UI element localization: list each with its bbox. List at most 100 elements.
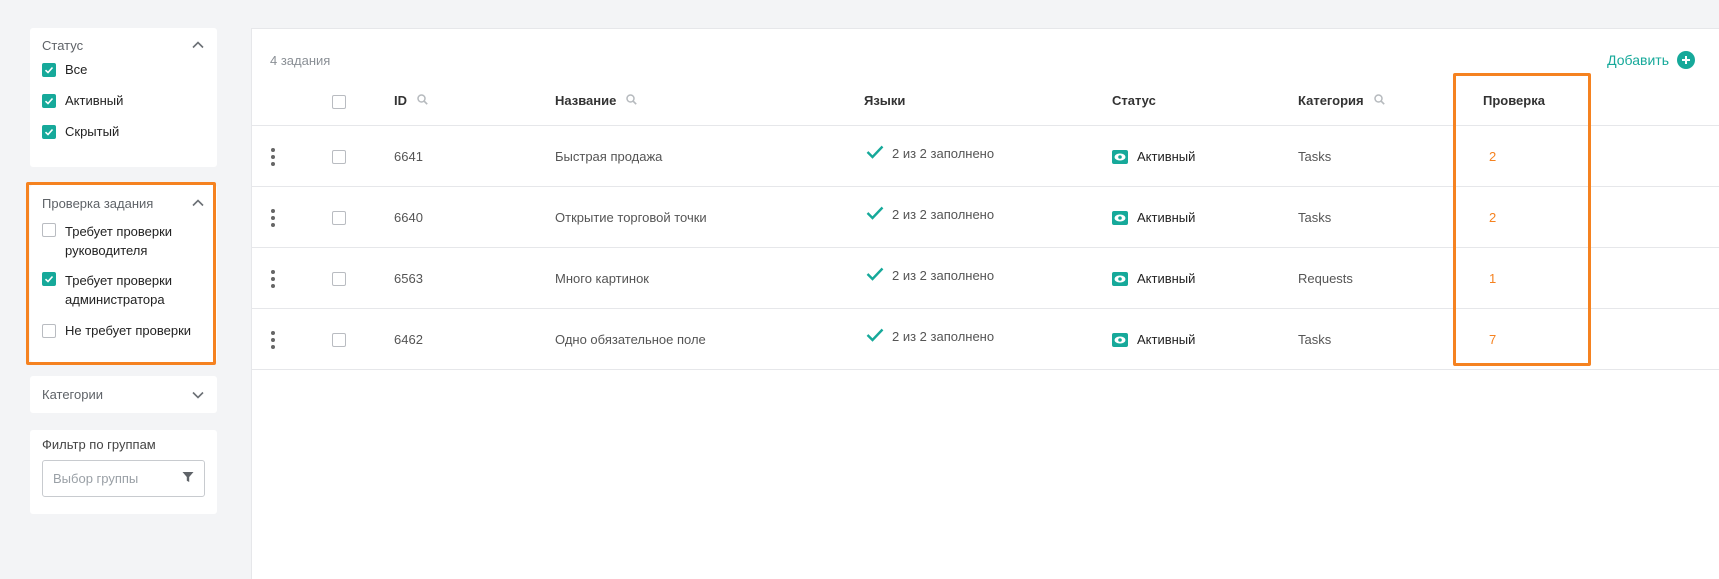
row-name[interactable]: Одно обязательное поле [555, 309, 706, 370]
row-status: Активный [1112, 309, 1195, 370]
check-option-manager[interactable]: Требует проверки руководителя [30, 219, 217, 271]
column-label: Категория [1298, 93, 1364, 108]
add-task-button[interactable]: Добавить [1607, 51, 1695, 69]
row-checkbox[interactable] [332, 150, 346, 164]
status-filter-header[interactable]: Статус [30, 28, 217, 62]
group-filter-card: Фильтр по группам Выбор группы [30, 430, 217, 514]
kebab-icon[interactable] [270, 309, 276, 370]
task-check-header[interactable]: Проверка задания [30, 185, 217, 219]
status-option-active[interactable]: Активный [30, 93, 217, 124]
column-header-status: Статус [1112, 93, 1156, 108]
checkbox[interactable] [42, 125, 56, 139]
row-languages: 2 из 2 заполнено [866, 245, 994, 306]
kebab-icon[interactable] [270, 187, 276, 248]
column-label: Языки [864, 93, 906, 108]
column-label: ID [394, 93, 407, 108]
row-id: 6641 [394, 149, 423, 164]
row-status: Активный [1112, 126, 1195, 187]
row-check-value: 2 [1489, 149, 1497, 164]
languages-text: 2 из 2 заполнено [892, 268, 995, 283]
column-header-check: Проверка [1483, 93, 1545, 108]
status-option-label: Все [65, 62, 88, 77]
chevron-down-icon[interactable] [191, 388, 205, 402]
row-checkbox[interactable] [332, 211, 346, 225]
row-languages: 2 из 2 заполнено [866, 123, 994, 184]
row-languages: 2 из 2 заполнено [866, 184, 994, 245]
checkmark-icon [866, 206, 884, 223]
row-category: Tasks [1298, 149, 1332, 164]
label-line: администратора [65, 292, 165, 307]
status-option-all[interactable]: Все [30, 62, 217, 93]
row-checkbox[interactable] [332, 333, 346, 347]
row-category: Requests [1298, 271, 1353, 286]
column-header-id[interactable]: ID [394, 93, 428, 108]
status-filter-title: Статус [42, 37, 84, 53]
column-label: Проверка [1483, 93, 1545, 108]
check-option-admin[interactable]: Требует проверки администратора [30, 271, 217, 323]
group-filter-title: Фильтр по группам [42, 437, 156, 452]
tasks-count: 4 задания [270, 53, 331, 68]
label-line: Требует проверки [65, 273, 173, 288]
row-status: Активный [1112, 248, 1195, 309]
group-select-input[interactable]: Выбор группы [42, 460, 205, 497]
add-label: Добавить [1607, 52, 1669, 68]
checkmark-icon [866, 145, 884, 162]
eye-icon [1112, 271, 1128, 286]
chevron-up-icon[interactable] [191, 196, 205, 210]
row-id: 6640 [394, 210, 423, 225]
row-status: Активный [1112, 187, 1195, 248]
checkbox[interactable] [42, 94, 56, 108]
checkbox[interactable] [42, 223, 56, 237]
checkbox[interactable] [42, 272, 56, 286]
row-check-value: 1 [1489, 271, 1497, 286]
table-row[interactable]: 6462 Одно обязательное поле 2 из 2 запол… [252, 309, 1719, 370]
column-label: Название [555, 93, 617, 108]
categories-title: Категории [42, 387, 103, 402]
row-checkbox[interactable] [332, 272, 346, 286]
eye-icon [1112, 149, 1128, 164]
checkbox[interactable] [42, 63, 56, 77]
column-header-languages: Языки [864, 93, 905, 108]
checkbox[interactable] [42, 324, 56, 338]
plus-circle-icon [1677, 51, 1695, 69]
task-check-title: Проверка задания [42, 195, 154, 211]
filter-icon[interactable] [182, 471, 194, 486]
search-icon[interactable] [417, 93, 428, 108]
row-check-value: 2 [1489, 210, 1497, 225]
check-option-label: Не требует проверки [65, 323, 192, 338]
group-select-placeholder: Выбор группы [53, 471, 139, 486]
status-option-hidden[interactable]: Скрытый [30, 124, 217, 155]
row-category: Tasks [1298, 210, 1332, 225]
table-row[interactable]: 6640 Открытие торговой точки 2 из 2 запо… [252, 187, 1719, 248]
eye-icon [1112, 332, 1128, 347]
column-header-category[interactable]: Категория [1298, 93, 1385, 108]
row-id: 6563 [394, 271, 423, 286]
languages-text: 2 из 2 заполнено [892, 207, 995, 222]
column-header-name[interactable]: Название [555, 93, 638, 108]
status-option-label: Активный [65, 93, 124, 108]
status-filter-card: Статус Все Активный Скрытый [30, 28, 217, 167]
categories-header[interactable]: Категории [30, 376, 217, 413]
row-name[interactable]: Быстрая продажа [555, 126, 662, 187]
label-line: Требует проверки [65, 224, 173, 239]
chevron-up-icon[interactable] [191, 38, 205, 52]
check-option-label: Требует проверки администратора [65, 271, 172, 309]
search-icon[interactable] [626, 93, 638, 108]
kebab-icon[interactable] [270, 248, 276, 309]
label-line: руководителя [65, 243, 148, 258]
status-text: Активный [1137, 210, 1196, 225]
row-check-value: 7 [1489, 332, 1497, 347]
categories-filter-card[interactable]: Категории [30, 376, 217, 413]
divider [252, 369, 1719, 370]
kebab-icon[interactable] [270, 126, 276, 187]
languages-text: 2 из 2 заполнено [892, 329, 995, 344]
check-option-none[interactable]: Не требует проверки [30, 323, 217, 353]
table-row[interactable]: 6641 Быстрая продажа 2 из 2 заполнено Ак… [252, 126, 1719, 187]
select-all-checkbox[interactable] [332, 95, 346, 109]
search-icon[interactable] [1373, 93, 1385, 108]
row-name[interactable]: Открытие торговой точки [555, 187, 707, 248]
status-option-label: Скрытый [65, 124, 120, 139]
table-row[interactable]: 6563 Много картинок 2 из 2 заполнено Акт… [252, 248, 1719, 309]
row-name[interactable]: Много картинок [555, 248, 649, 309]
column-label: Статус [1112, 93, 1156, 108]
